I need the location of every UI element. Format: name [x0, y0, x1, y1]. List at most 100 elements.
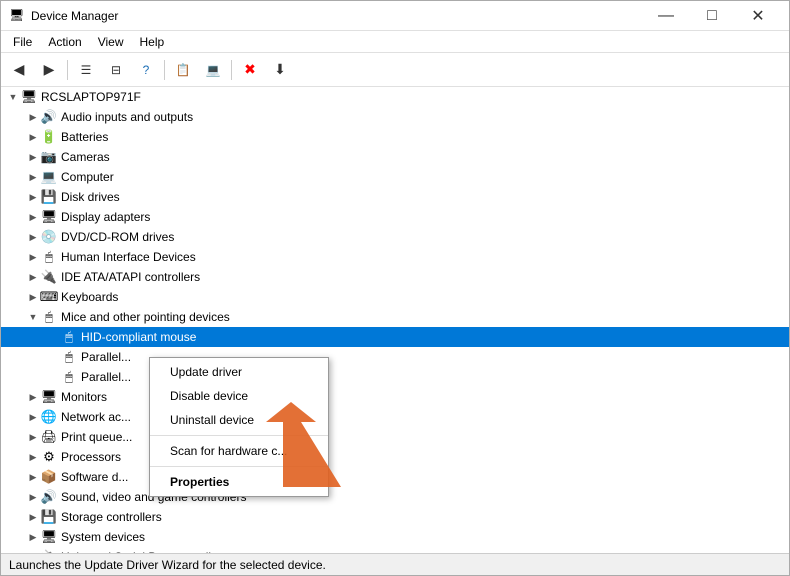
monitors-icon: 🖥 [41, 389, 57, 405]
tb-back[interactable]: ◀ [5, 56, 33, 84]
status-bar: Launches the Update Driver Wizard for th… [1, 553, 789, 575]
minimize-button[interactable]: — [643, 1, 689, 31]
tree-item-hid-mouse[interactable]: 🖱 HID-compliant mouse [1, 327, 789, 347]
audio-icon: 🔊 [41, 109, 57, 125]
ctx-update-driver[interactable]: Update driver [150, 360, 328, 384]
tree-item-systemdevices[interactable]: ▶ 🖥 System devices [1, 527, 789, 547]
hid-mouse-label: HID-compliant mouse [81, 330, 196, 344]
tree-item-storagecontrollers[interactable]: ▶ 💾 Storage controllers [1, 507, 789, 527]
cameras-expander: ▶ [25, 149, 41, 165]
tree-item-soundvideo[interactable]: ▶ 🔊 Sound, video and game controllers [1, 487, 789, 507]
soundvideo-expander: ▶ [25, 489, 41, 505]
dvdcdrom-icon: 💿 [41, 229, 57, 245]
displayadapters-expander: ▶ [25, 209, 41, 225]
ctx-disable-device[interactable]: Disable device [150, 384, 328, 408]
tree-item-printqueue[interactable]: ▶ 🖨 Print queue... [1, 427, 789, 447]
tree-item-usb[interactable]: ▶ 🔌 Universal Serial Bus controllers [1, 547, 789, 553]
usb-icon: 🔌 [41, 549, 57, 553]
processors-icon: ⚙ [41, 449, 57, 465]
menu-bar: File Action View Help [1, 31, 789, 53]
parallel2-label: Parallel... [81, 370, 131, 384]
systemdevices-label: System devices [61, 530, 145, 544]
tree-item-networkac[interactable]: ▶ 🌐 Network ac... [1, 407, 789, 427]
printqueue-label: Print queue... [61, 430, 132, 444]
hid-icon: 🖱 [41, 249, 57, 265]
systemdevices-expander: ▶ [25, 529, 41, 545]
computer-expander: ▶ [25, 169, 41, 185]
tb-scan[interactable]: 📋 [169, 56, 197, 84]
tree-item-ideata[interactable]: ▶ 🔌 IDE ATA/ATAPI controllers [1, 267, 789, 287]
tb-separator-3 [231, 60, 232, 80]
parallel2-icon: 🖱 [61, 369, 77, 385]
tree-item-softwaredev[interactable]: ▶ 📦 Software d... [1, 467, 789, 487]
root-icon: 🖥 [21, 89, 37, 105]
device-tree[interactable]: ▼ 🖥 RCSLAPTOP971F ▶ 🔊 Audio inputs and o… [1, 87, 789, 553]
mice-label: Mice and other pointing devices [61, 310, 230, 324]
ctx-properties[interactable]: Properties [150, 470, 328, 494]
systemdevices-icon: 🖥 [41, 529, 57, 545]
context-menu: Update driver Disable device Uninstall d… [149, 357, 329, 497]
parallel1-expander [45, 349, 61, 365]
usb-expander: ▶ [25, 549, 41, 553]
tb-properties[interactable]: ☰ [72, 56, 100, 84]
diskdrives-expander: ▶ [25, 189, 41, 205]
computer-icon: 💻 [41, 169, 57, 185]
root-label: RCSLAPTOP971F [41, 90, 141, 104]
tb-drivers[interactable]: ⊟ [102, 56, 130, 84]
parallel1-label: Parallel... [81, 350, 131, 364]
audio-expander: ▶ [25, 109, 41, 125]
tree-item-audio[interactable]: ▶ 🔊 Audio inputs and outputs [1, 107, 789, 127]
ideata-label: IDE ATA/ATAPI controllers [61, 270, 200, 284]
tree-item-batteries[interactable]: ▶ 🔋 Batteries [1, 127, 789, 147]
tb-update[interactable]: ⬇ [266, 56, 294, 84]
tree-item-computer[interactable]: ▶ 💻 Computer [1, 167, 789, 187]
menu-file[interactable]: File [5, 31, 40, 53]
tb-forward[interactable]: ▶ [35, 56, 63, 84]
softwaredev-icon: 📦 [41, 469, 57, 485]
menu-help[interactable]: Help [132, 31, 173, 53]
tb-separator-1 [67, 60, 68, 80]
maximize-button[interactable]: □ [689, 1, 735, 31]
tree-item-hid[interactable]: ▶ 🖱 Human Interface Devices [1, 247, 789, 267]
tree-item-displayadapters[interactable]: ▶ 🖥 Display adapters [1, 207, 789, 227]
root-expander: ▼ [5, 89, 21, 105]
keyboards-expander: ▶ [25, 289, 41, 305]
softwaredev-expander: ▶ [25, 469, 41, 485]
hid-expander: ▶ [25, 249, 41, 265]
tree-item-keyboards[interactable]: ▶ ⌨ Keyboards [1, 287, 789, 307]
tb-uninstall[interactable]: ✖ [236, 56, 264, 84]
tree-item-parallel1[interactable]: 🖱 Parallel... [1, 347, 789, 367]
tb-help[interactable]: ? [132, 56, 160, 84]
keyboards-icon: ⌨ [41, 289, 57, 305]
batteries-label: Batteries [61, 130, 108, 144]
device-manager-window: 🖥 Device Manager — □ ✕ File Action View … [0, 0, 790, 576]
mice-expander: ▼ [25, 309, 41, 325]
hid-mouse-icon: 🖱 [61, 329, 77, 345]
menu-action[interactable]: Action [40, 31, 89, 53]
tree-item-cameras[interactable]: ▶ 📷 Cameras [1, 147, 789, 167]
ctx-scan-hardware[interactable]: Scan for hardware c... [150, 439, 328, 463]
tree-item-parallel2[interactable]: 🖱 Parallel... [1, 367, 789, 387]
networkac-label: Network ac... [61, 410, 131, 424]
mice-icon: 🖱 [41, 309, 57, 325]
diskdrives-icon: 💾 [41, 189, 57, 205]
displayadapters-icon: 🖥 [41, 209, 57, 225]
parallel2-expander [45, 369, 61, 385]
tree-item-monitors[interactable]: ▶ 🖥 Monitors [1, 387, 789, 407]
toolbar: ◀ ▶ ☰ ⊟ ? 📋 💻 ✖ ⬇ [1, 53, 789, 87]
batteries-expander: ▶ [25, 129, 41, 145]
storagecontrollers-icon: 💾 [41, 509, 57, 525]
tree-item-mice[interactable]: ▼ 🖱 Mice and other pointing devices [1, 307, 789, 327]
menu-view[interactable]: View [90, 31, 132, 53]
tree-item-processors[interactable]: ▶ ⚙ Processors [1, 447, 789, 467]
parallel1-icon: 🖱 [61, 349, 77, 365]
close-button[interactable]: ✕ [735, 1, 781, 31]
window-controls: — □ ✕ [643, 1, 781, 31]
tree-root[interactable]: ▼ 🖥 RCSLAPTOP971F [1, 87, 789, 107]
tree-item-dvdcdrom[interactable]: ▶ 💿 DVD/CD-ROM drives [1, 227, 789, 247]
tb-computer[interactable]: 💻 [199, 56, 227, 84]
tree-item-diskdrives[interactable]: ▶ 💾 Disk drives [1, 187, 789, 207]
printqueue-expander: ▶ [25, 429, 41, 445]
ctx-uninstall-device[interactable]: Uninstall device [150, 408, 328, 432]
ctx-separator-1 [150, 435, 328, 436]
